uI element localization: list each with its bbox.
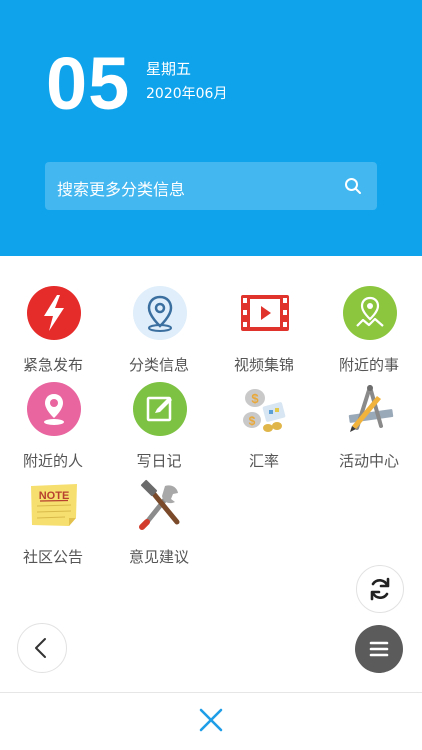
location-pin-icon	[133, 286, 187, 340]
lightning-icon	[27, 286, 81, 340]
user-pin-icon	[27, 382, 81, 436]
menu-item-feedback[interactable]: 意见建议	[106, 478, 212, 568]
date-year-month: 2020年06月	[146, 86, 228, 102]
menu-item-label: 意见建议	[128, 548, 189, 566]
menu-item-label: 写日记	[136, 452, 182, 470]
menu-item-label: 分类信息	[128, 356, 189, 374]
menu-item-exchange-rate[interactable]: $ $ 汇率	[211, 382, 317, 472]
menu-item-urgent-publish[interactable]: 紧急发布	[0, 286, 106, 376]
money-exchange-icon: $ $	[243, 389, 286, 432]
menu-item-label: 附近的事	[338, 356, 399, 374]
bottom-divider	[0, 692, 422, 693]
date-day: 05	[46, 42, 131, 125]
menu-item-nearby-people[interactable]: 附近的人	[0, 382, 106, 472]
menu-item-label: 紧急发布	[22, 356, 83, 374]
edit-note-icon	[133, 382, 187, 436]
menu-button[interactable]	[355, 625, 403, 673]
menu-item-category-info[interactable]: 分类信息	[106, 286, 212, 376]
search-placeholder: 搜索更多分类信息	[57, 180, 186, 199]
menu-item-nearby-events[interactable]: 附近的事	[316, 286, 422, 376]
svg-text:$: $	[249, 414, 256, 428]
header: 05 星期五 2020年06月 搜索更多分类信息	[0, 0, 422, 256]
svg-text:$: $	[251, 391, 259, 406]
close-icon[interactable]	[196, 705, 226, 735]
search-icon[interactable]	[343, 176, 363, 196]
date-weekday: 星期五	[146, 60, 192, 78]
back-button[interactable]	[17, 623, 67, 673]
menu-item-video[interactable]: 视频集锦	[211, 286, 317, 376]
page: 05 星期五 2020年06月 搜索更多分类信息 紧急发布 分类信息 视频集锦 …	[0, 0, 422, 750]
note-icon: NOTE	[31, 484, 77, 526]
refresh-button[interactable]	[356, 565, 404, 613]
menu-icon	[369, 641, 389, 657]
menu-item-label: 视频集锦	[233, 356, 294, 374]
menu-item-label: 社区公告	[22, 548, 83, 566]
search-bar[interactable]: 搜索更多分类信息	[45, 162, 377, 210]
menu-item-community-notice[interactable]: NOTE 社区公告	[0, 478, 106, 568]
video-film-icon	[241, 295, 289, 331]
tools-icon	[139, 479, 180, 530]
map-pin-icon	[343, 286, 397, 340]
menu-item-label: 附近的人	[22, 452, 83, 470]
refresh-icon	[370, 577, 390, 601]
chevron-left-icon	[35, 638, 46, 658]
menu-item-label: 活动中心	[338, 452, 399, 470]
menu-item-activity-center[interactable]: 活动中心	[316, 382, 422, 472]
drawing-tools-icon	[348, 385, 394, 432]
menu-item-diary[interactable]: 写日记	[106, 382, 212, 472]
menu-item-label: 汇率	[248, 452, 279, 470]
